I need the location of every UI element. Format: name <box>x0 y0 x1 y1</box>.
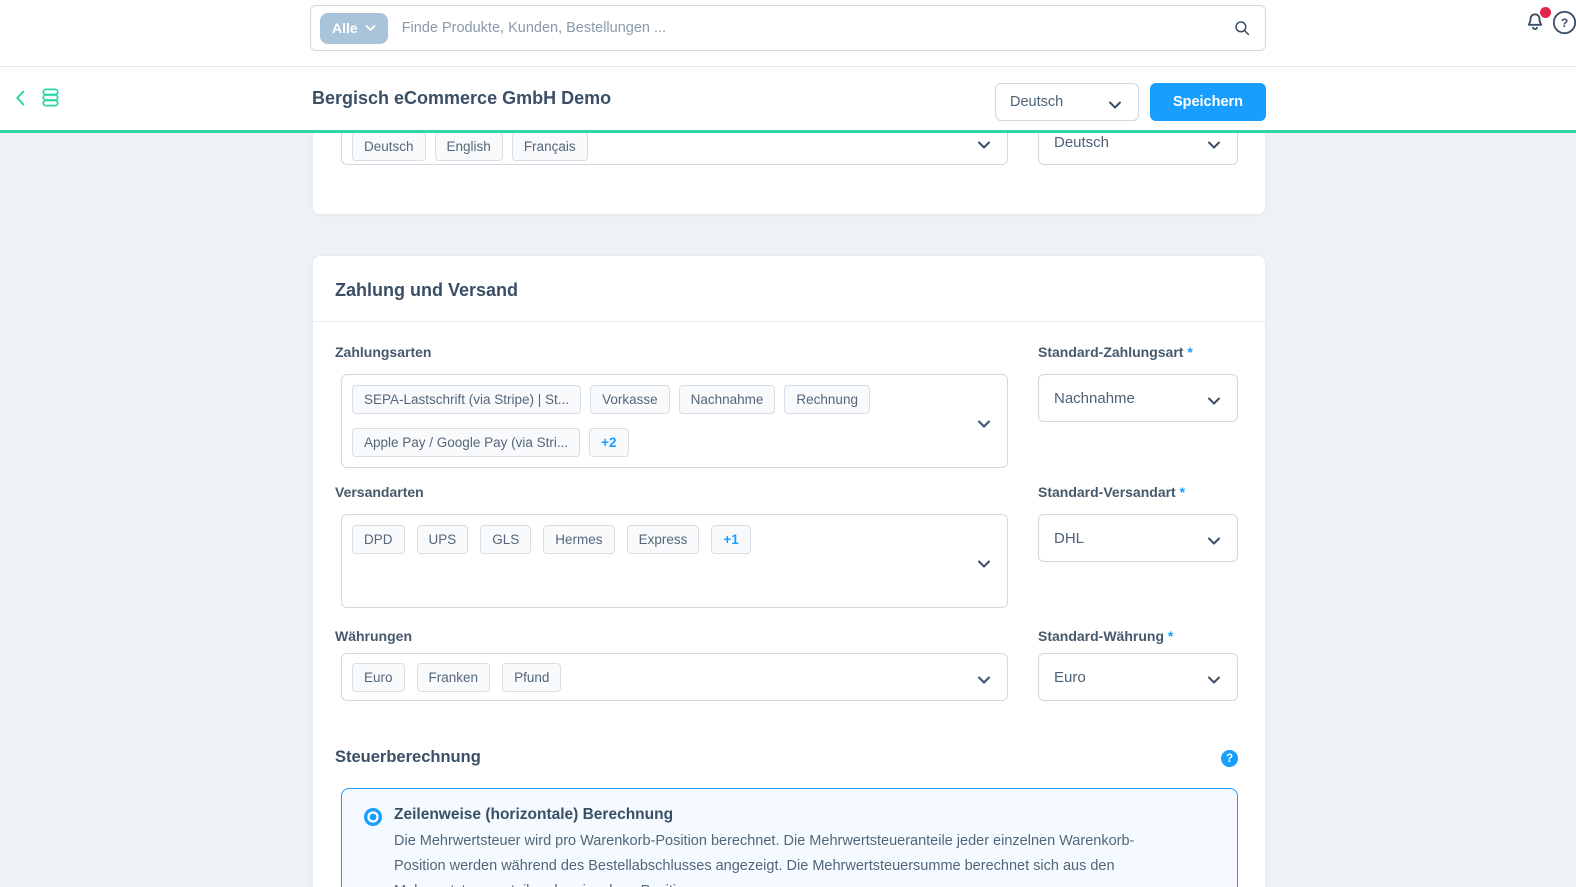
default-shipping-select[interactable]: DHL <box>1038 514 1238 562</box>
shipping-tag[interactable]: UPS <box>417 525 469 554</box>
search-icon[interactable] <box>1233 19 1251 37</box>
chevron-down-icon <box>1207 393 1221 411</box>
header-language-select[interactable]: Deutsch <box>995 83 1139 121</box>
tax-help-icon[interactable]: ? <box>1221 750 1238 767</box>
chevron-down-icon <box>977 672 991 690</box>
tax-option-title: Zeilenweise (horizontale) Berechnung <box>394 806 673 824</box>
help-icon[interactable]: ? <box>1551 9 1576 36</box>
tax-option-description: Die Mehrwertsteuer wird pro Warenkorb-Po… <box>394 829 1172 887</box>
chevron-down-icon <box>977 137 991 155</box>
currencies-label: Währungen <box>335 628 412 644</box>
payment-methods-label: Zahlungsarten <box>335 344 431 360</box>
divider <box>313 321 1265 322</box>
shipping-tag[interactable]: GLS <box>480 525 531 554</box>
sales-channel-icon[interactable] <box>39 86 62 109</box>
shipping-tag[interactable]: Hermes <box>543 525 614 554</box>
page-header: Bergisch eCommerce GmbH Demo Deutsch Spe… <box>0 67 1576 130</box>
default-payment-select[interactable]: Nachnahme <box>1038 374 1238 422</box>
chevron-down-icon <box>977 416 991 434</box>
default-payment-label: Standard-Zahlungsart * <box>1038 344 1193 360</box>
language-tag[interactable]: English <box>435 132 503 161</box>
payment-tag[interactable]: Nachnahme <box>679 385 776 414</box>
currency-tag[interactable]: Pfund <box>502 663 561 692</box>
default-currency-label: Standard-Währung * <box>1038 628 1173 644</box>
currency-tag[interactable]: Franken <box>417 663 491 692</box>
topbar: Alle ? <box>0 0 1576 67</box>
payment-methods-multiselect[interactable]: SEPA-Lastschrift (via Stripe) | St... Vo… <box>341 374 1008 468</box>
shipping-methods-label: Versandarten <box>335 484 424 500</box>
payment-tag[interactable]: SEPA-Lastschrift (via Stripe) | St... <box>352 385 581 414</box>
language-tag[interactable]: Français <box>512 132 588 161</box>
currencies-multiselect[interactable]: Euro Franken Pfund <box>341 653 1008 701</box>
default-currency-select[interactable]: Euro <box>1038 653 1238 701</box>
chevron-down-icon <box>365 24 376 32</box>
currency-tag[interactable]: Euro <box>352 663 405 692</box>
chevron-down-icon <box>1207 672 1221 690</box>
payment-tag[interactable]: Vorkasse <box>590 385 670 414</box>
topbar-icons <box>1522 8 1550 36</box>
card-title: Zahlung und Versand <box>335 280 518 301</box>
page-title: Bergisch eCommerce GmbH Demo <box>312 88 611 109</box>
chevron-down-icon <box>977 556 991 574</box>
radio-selected[interactable] <box>364 808 382 826</box>
payment-tag[interactable]: Rechnung <box>784 385 870 414</box>
search-scope-label: Alle <box>332 20 358 36</box>
shipping-tag[interactable]: Express <box>627 525 700 554</box>
tax-calculation-heading: Steuerberechnung <box>335 748 481 767</box>
search-scope-button[interactable]: Alle <box>320 13 388 44</box>
more-items-badge[interactable]: +2 <box>589 428 628 457</box>
notifications-bell-icon[interactable] <box>1522 8 1550 36</box>
chevron-down-icon <box>1207 137 1221 155</box>
payment-shipping-card: Zahlung und Versand Zahlungsarten SEPA-L… <box>312 255 1266 887</box>
tax-option-horizontal[interactable]: Zeilenweise (horizontale) Berechnung Die… <box>341 788 1238 887</box>
chevron-down-icon <box>1207 533 1221 551</box>
shopware-admin-sales-channel-page: Deutsch English Français Deutsch Zahlung… <box>0 0 1576 887</box>
shipping-tag[interactable]: DPD <box>352 525 405 554</box>
global-search: Alle <box>310 5 1266 51</box>
chevron-down-icon <box>1108 97 1122 115</box>
svg-text:?: ? <box>1561 16 1569 30</box>
notification-dot <box>1540 7 1551 18</box>
accent-divider <box>0 130 1576 133</box>
more-items-badge[interactable]: +1 <box>711 525 750 554</box>
search-input[interactable] <box>388 20 1233 36</box>
shipping-methods-multiselect[interactable]: DPD UPS GLS Hermes Express +1 <box>341 514 1008 608</box>
back-icon[interactable] <box>10 87 32 109</box>
language-tag[interactable]: Deutsch <box>352 132 426 161</box>
default-shipping-label: Standard-Versandart * <box>1038 484 1185 500</box>
save-button[interactable]: Speichern <box>1150 83 1266 121</box>
payment-tag[interactable]: Apple Pay / Google Pay (via Stri... <box>352 428 580 457</box>
